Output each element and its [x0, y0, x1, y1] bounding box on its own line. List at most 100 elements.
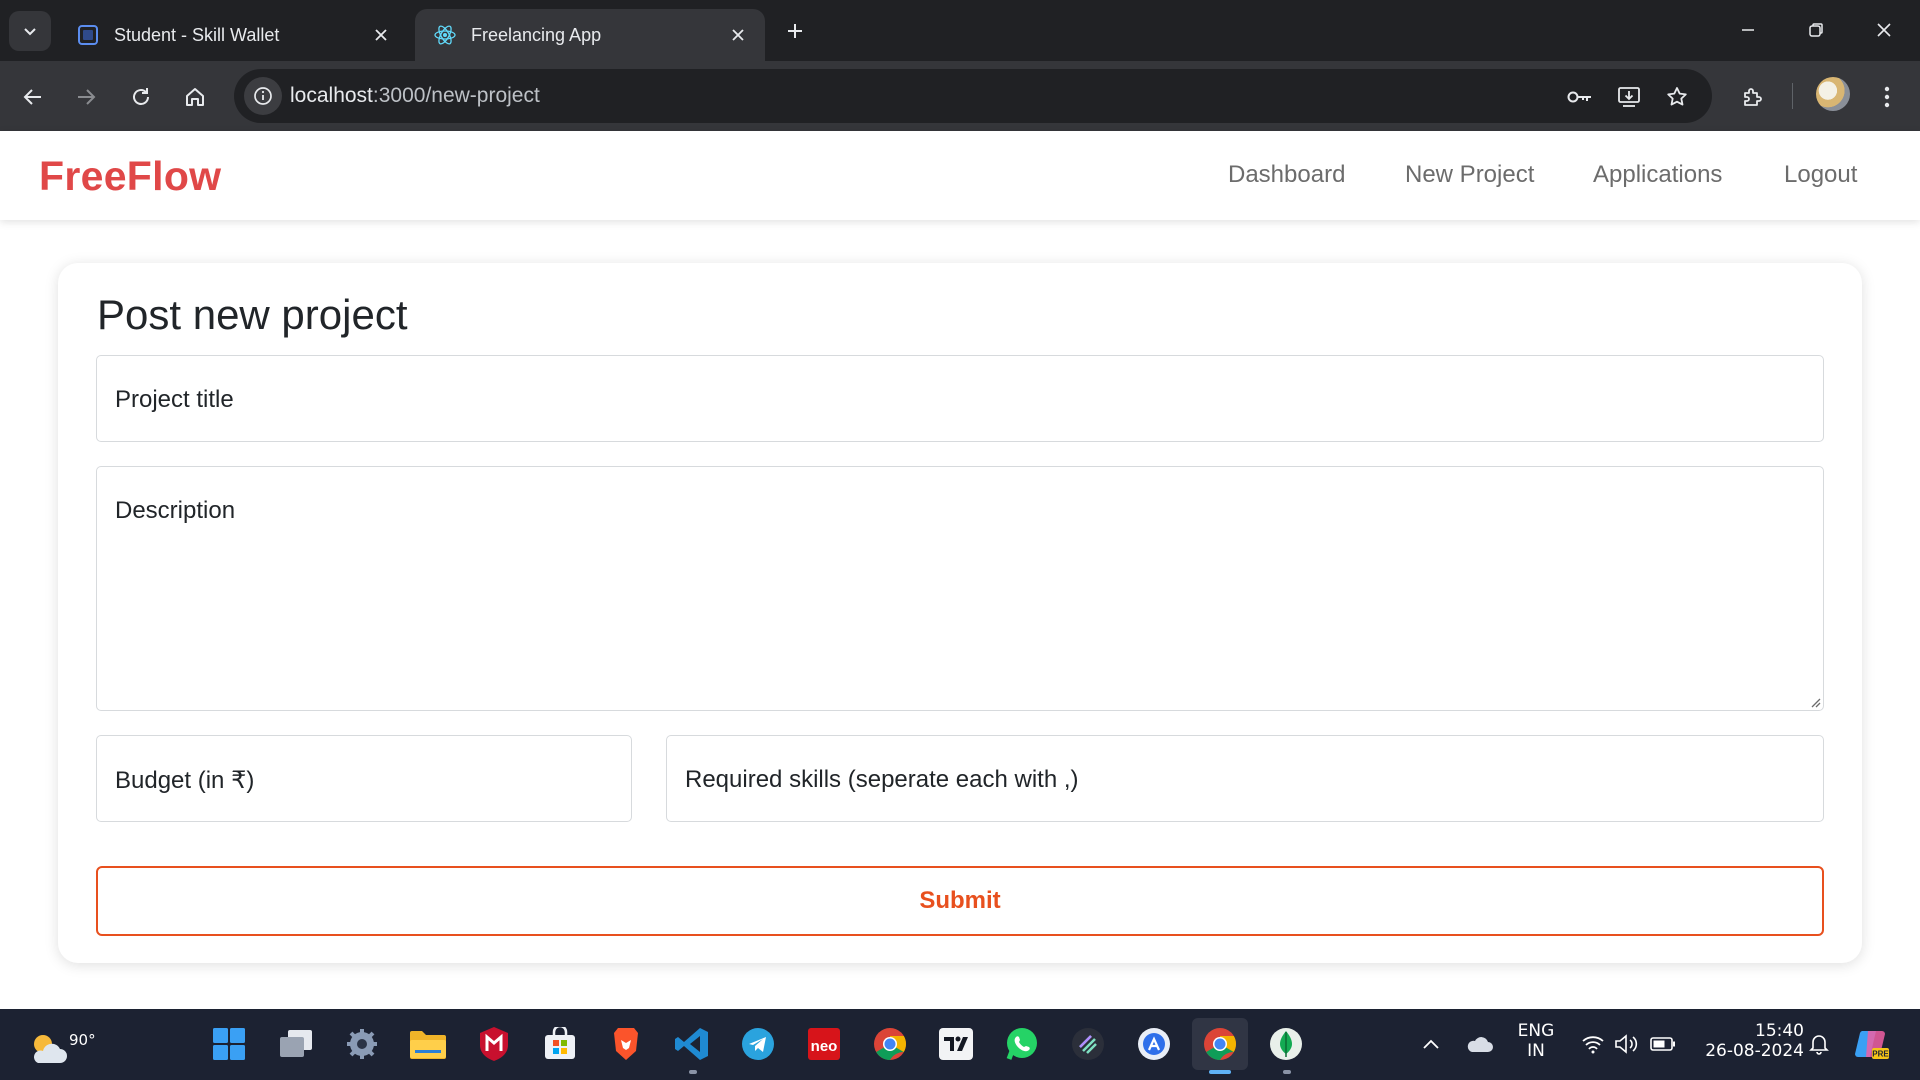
- profile-avatar[interactable]: [1816, 77, 1850, 111]
- taskbar-vscode[interactable]: [672, 1024, 712, 1064]
- skill-wallet-favicon: [78, 25, 98, 45]
- notifications-tray[interactable]: [1804, 1029, 1834, 1059]
- show-hidden-icons[interactable]: [1416, 1029, 1446, 1059]
- tab-student-skill-wallet[interactable]: Student - Skill Wallet: [58, 9, 408, 61]
- close-icon[interactable]: [370, 24, 392, 46]
- battery-icon: [1650, 1037, 1675, 1051]
- page-content: FreeFlow Dashboard New Project Applicati…: [0, 131, 1920, 1009]
- forward-button[interactable]: [66, 77, 106, 117]
- taskbar-file-explorer[interactable]: [408, 1024, 448, 1064]
- start-button[interactable]: [209, 1024, 249, 1064]
- chrome-icon: [874, 1028, 906, 1060]
- back-button[interactable]: [13, 77, 53, 117]
- onedrive-tray[interactable]: [1462, 1029, 1496, 1059]
- taskbar-chrome-active[interactable]: [1192, 1018, 1248, 1070]
- required-skills-input[interactable]: Required skills (seperate each with ,): [666, 735, 1824, 822]
- browser-menu-button[interactable]: [1867, 77, 1907, 117]
- language-indicator[interactable]: ENG IN: [1512, 1021, 1560, 1061]
- svg-text:PRE: PRE: [1872, 1050, 1889, 1059]
- arrow-right-icon: [78, 89, 96, 105]
- close-window-button[interactable]: [1862, 10, 1906, 50]
- running-indicator: [689, 1070, 697, 1074]
- clock-date: 26-08-2024: [1705, 1041, 1804, 1061]
- extensions-button[interactable]: [1733, 77, 1773, 117]
- nav-link-applications[interactable]: Applications: [1593, 161, 1722, 189]
- task-view-button[interactable]: [276, 1024, 316, 1064]
- file-explorer-icon: [410, 1031, 446, 1059]
- site-info-button[interactable]: [244, 77, 282, 115]
- reload-button[interactable]: [121, 77, 161, 117]
- clock[interactable]: 15:40 26-08-2024: [1694, 1021, 1804, 1061]
- restore-button[interactable]: [1794, 10, 1838, 50]
- new-project-card: Post new project Project title Descripti…: [58, 263, 1862, 963]
- svg-text:neo: neo: [811, 1038, 838, 1055]
- whatsapp-icon: [1006, 1028, 1037, 1060]
- info-icon: [254, 87, 272, 105]
- copilot-button[interactable]: PRE: [1852, 1025, 1892, 1063]
- taskbar-linear[interactable]: [1068, 1024, 1108, 1064]
- star-icon: [1667, 87, 1687, 106]
- toolbar-divider: [1792, 83, 1793, 109]
- tab-freelancing-app[interactable]: Freelancing App: [415, 9, 765, 61]
- taskbar-mcafee[interactable]: [474, 1024, 514, 1064]
- tab-search-button[interactable]: [9, 11, 51, 51]
- taskbar-tradingview[interactable]: [936, 1024, 976, 1064]
- submit-button[interactable]: Submit: [96, 866, 1824, 936]
- install-app-button[interactable]: [1612, 80, 1646, 114]
- description-textarea[interactable]: Description: [96, 466, 1824, 711]
- battery-tray[interactable]: [1648, 1029, 1678, 1059]
- url-text: localhost:3000/new-project: [290, 84, 540, 108]
- task-view-icon: [280, 1030, 312, 1057]
- taskbar-brave[interactable]: [606, 1024, 646, 1064]
- app-navbar: FreeFlow Dashboard New Project Applicati…: [0, 131, 1920, 220]
- project-title-placeholder: Project title: [115, 386, 234, 413]
- nav-link-new-project[interactable]: New Project: [1405, 161, 1534, 189]
- microsoft-store-icon: [545, 1027, 575, 1059]
- home-icon: [186, 88, 204, 106]
- running-indicator: [1283, 1070, 1291, 1074]
- new-tab-button[interactable]: [778, 14, 812, 48]
- taskbar-app-store[interactable]: [1134, 1024, 1174, 1064]
- vscode-icon: [675, 1028, 708, 1060]
- react-favicon: [434, 25, 456, 45]
- windows-taskbar: 90° neo ENG IN 15:40 26-08-2024 PRE: [0, 1009, 1920, 1080]
- weather-temperature: 90°: [69, 1031, 96, 1049]
- minimize-button[interactable]: [1726, 10, 1770, 50]
- description-placeholder: Description: [115, 497, 236, 524]
- close-icon[interactable]: [727, 24, 749, 46]
- chrome-icon: [1204, 1028, 1236, 1060]
- taskbar-microsoft-store[interactable]: [540, 1024, 580, 1064]
- budget-input[interactable]: Budget (in ₹): [96, 735, 632, 822]
- nav-link-logout[interactable]: Logout: [1784, 161, 1857, 189]
- taskbar-telegram[interactable]: [738, 1024, 778, 1064]
- telegram-icon: [742, 1028, 774, 1060]
- brave-icon: [614, 1028, 638, 1060]
- resize-grip-icon[interactable]: [1807, 694, 1821, 708]
- wifi-tray[interactable]: [1578, 1029, 1608, 1059]
- cloud-icon: [1467, 1037, 1493, 1052]
- taskbar-settings[interactable]: [342, 1024, 382, 1064]
- weather-widget[interactable]: 90°: [22, 1019, 96, 1073]
- speaker-icon: [1615, 1034, 1638, 1054]
- notification-bell-icon: [1809, 1035, 1829, 1055]
- minimize-icon: [1742, 29, 1754, 31]
- nav-link-dashboard[interactable]: Dashboard: [1228, 161, 1345, 189]
- bookmark-button[interactable]: [1660, 80, 1694, 114]
- volume-tray[interactable]: [1612, 1029, 1642, 1059]
- taskbar-whatsapp[interactable]: [1002, 1024, 1042, 1064]
- start-icon: [213, 1028, 245, 1060]
- taskbar-chrome[interactable]: [870, 1024, 910, 1064]
- brand-logo[interactable]: FreeFlow: [39, 153, 221, 200]
- puzzle-icon: [1744, 88, 1762, 106]
- taskbar-mongodb-compass[interactable]: [1266, 1024, 1306, 1064]
- key-icon: [1567, 91, 1591, 103]
- taskbar-neo[interactable]: neo: [804, 1024, 844, 1064]
- password-key-button[interactable]: [1563, 80, 1597, 114]
- settings-icon: [347, 1029, 377, 1059]
- wifi-icon: [1582, 1036, 1604, 1054]
- url-host: localhost: [290, 84, 373, 107]
- home-button[interactable]: [175, 77, 215, 117]
- address-bar[interactable]: localhost:3000/new-project: [234, 69, 1712, 123]
- project-title-input[interactable]: Project title: [96, 355, 1824, 442]
- url-path: :3000/new-project: [372, 84, 540, 107]
